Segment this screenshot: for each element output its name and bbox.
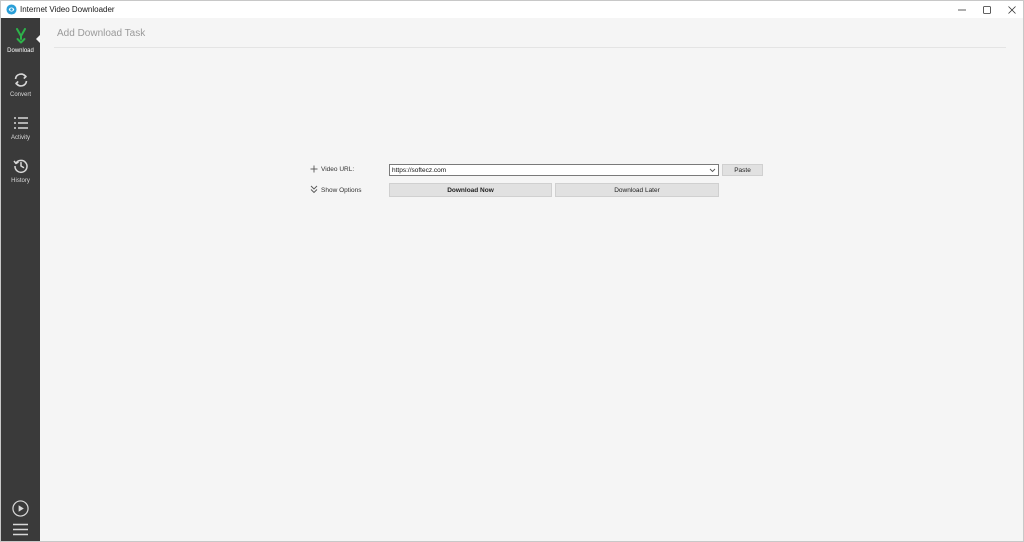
sidebar-item-label: Convert — [9, 92, 31, 98]
download-icon — [15, 28, 26, 44]
hamburger-icon[interactable] — [13, 523, 28, 536]
sidebar-item-label: History — [11, 178, 30, 184]
minimize-button[interactable] — [950, 1, 974, 18]
window-title: Internet Video Downloader — [20, 5, 115, 14]
play-icon[interactable] — [12, 500, 29, 517]
page-title: Add Download Task — [57, 28, 146, 39]
close-button[interactable] — [1000, 1, 1023, 18]
video-url-label: Video URL: — [321, 166, 355, 173]
double-chevron-down-icon[interactable] — [310, 185, 318, 194]
chevron-down-icon[interactable] — [708, 166, 717, 174]
video-url-input[interactable] — [390, 165, 700, 175]
paste-button[interactable]: Paste — [722, 164, 763, 176]
sidebar: Download Convert Activity History — [1, 18, 40, 541]
app-logo-icon — [6, 4, 17, 15]
history-icon — [12, 159, 28, 174]
sidebar-item-label: Activity — [10, 135, 30, 141]
sidebar-item-activity[interactable]: Activity — [1, 110, 40, 150]
divider — [54, 47, 1006, 48]
sidebar-item-download[interactable]: Download — [1, 23, 40, 63]
maximize-button[interactable] — [975, 1, 999, 18]
video-url-combobox[interactable] — [389, 164, 719, 176]
app-window: Internet Video Downloader Download Conve… — [0, 0, 1024, 542]
close-icon — [1008, 5, 1016, 14]
show-options-toggle[interactable]: Show Options — [321, 186, 361, 195]
download-later-button[interactable]: Download Later — [555, 183, 719, 197]
sidebar-item-convert[interactable]: Convert — [1, 67, 40, 107]
title-bar[interactable]: Internet Video Downloader — [1, 1, 1023, 18]
sidebar-item-label: Download — [7, 48, 34, 54]
plus-icon[interactable] — [310, 165, 318, 173]
minimize-icon — [958, 9, 966, 10]
list-icon — [13, 117, 28, 129]
download-now-button[interactable]: Download Now — [389, 183, 552, 197]
maximize-icon — [983, 5, 991, 14]
convert-icon — [14, 73, 27, 87]
sidebar-item-history[interactable]: History — [1, 153, 40, 193]
main-content: Add Download Task Video URL: Paste Show … — [40, 18, 1023, 541]
